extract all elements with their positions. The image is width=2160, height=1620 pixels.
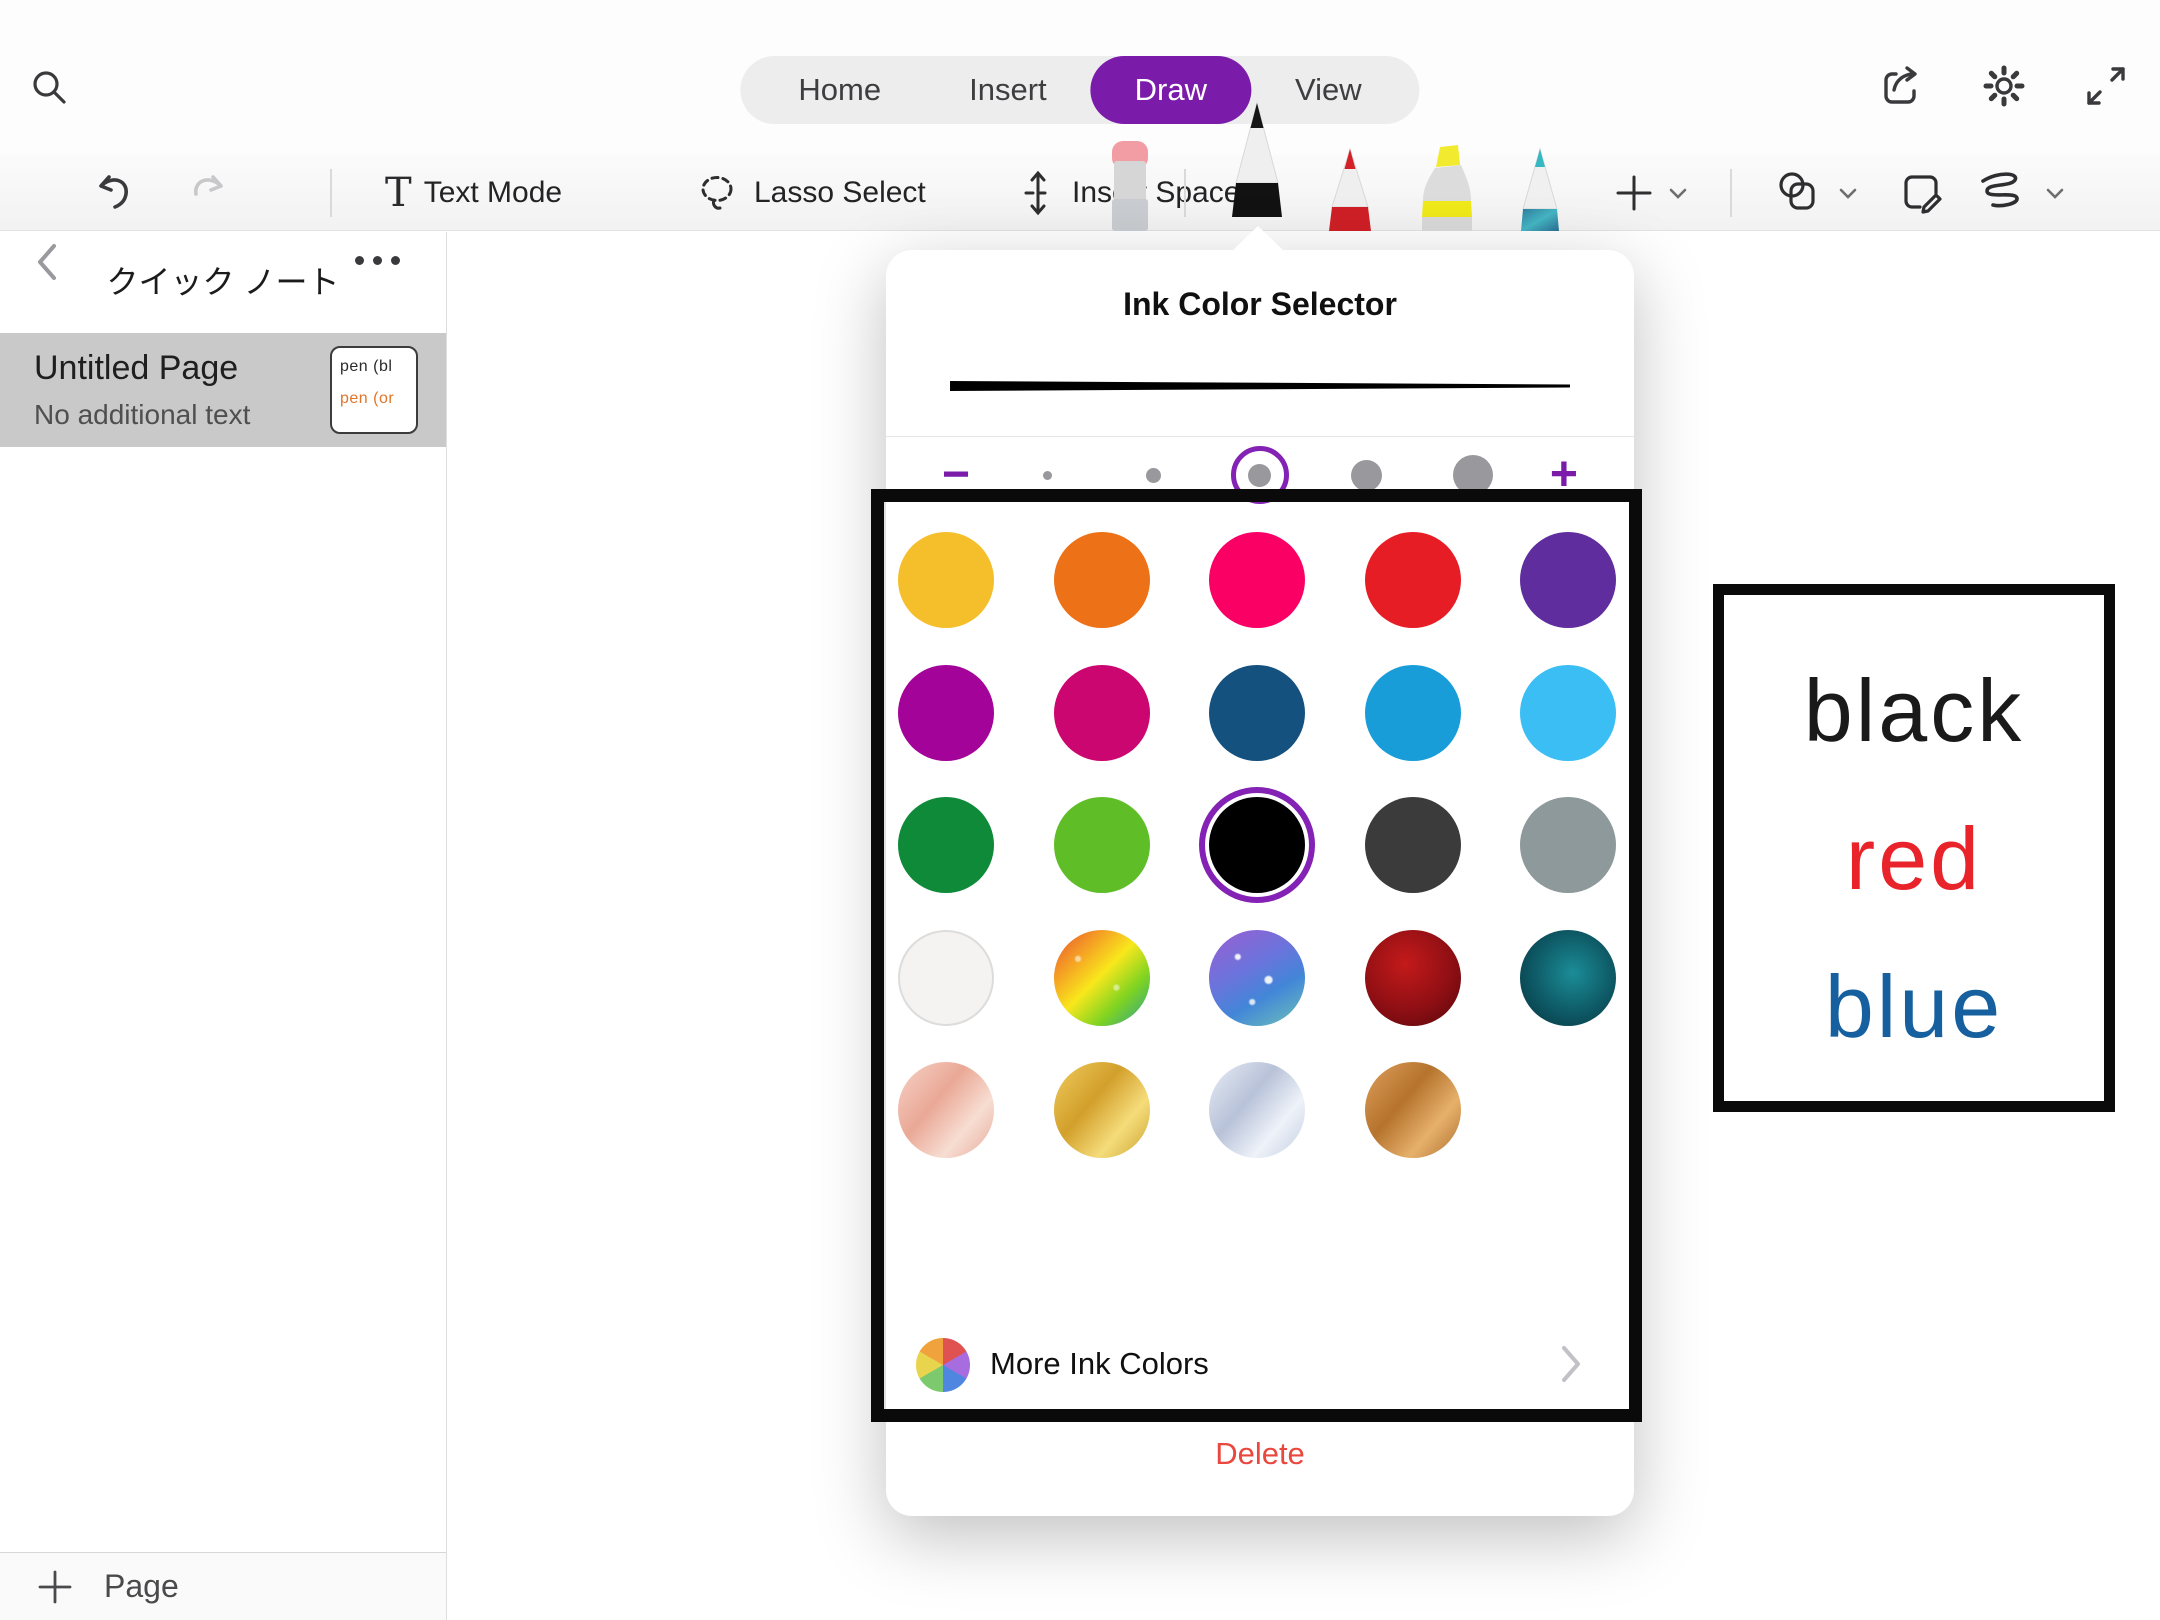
title-bar: Home Insert Draw View xyxy=(0,0,2160,155)
ink-color-gray[interactable] xyxy=(1520,797,1616,893)
page-edit-button[interactable] xyxy=(1896,155,1948,231)
ink-color-red[interactable] xyxy=(1365,532,1461,628)
ink-color-light-green[interactable] xyxy=(1054,797,1150,893)
page-thumbnail: pen (bl pen (or xyxy=(330,346,418,434)
text-mode-icon: T xyxy=(385,173,412,213)
add-pen-button[interactable] xyxy=(1612,155,1688,231)
squiggle-icon xyxy=(1975,167,2033,219)
redo-icon xyxy=(182,155,230,231)
ink-color-gold[interactable] xyxy=(1054,1062,1150,1158)
ellipsis-icon[interactable] xyxy=(355,256,400,265)
divider xyxy=(886,1415,1634,1416)
add-page-button[interactable]: Page xyxy=(0,1552,446,1620)
toolbar-divider xyxy=(1184,169,1186,217)
text-mode-button[interactable]: T Text Mode xyxy=(385,155,562,231)
ribbon-tabs: Home Insert Draw View xyxy=(740,56,1419,124)
gear-icon[interactable] xyxy=(1978,60,2030,112)
lasso-icon xyxy=(692,168,742,218)
shapes-button[interactable] xyxy=(1772,155,1858,231)
ink-color-grid xyxy=(886,250,1634,1516)
chevron-down-icon xyxy=(1668,187,1688,200)
ink-color-rose-gold[interactable] xyxy=(898,1062,994,1158)
red-pen[interactable] xyxy=(1320,145,1380,231)
ink-color-rainbow-glitter[interactable] xyxy=(1054,930,1150,1026)
add-page-label: Page xyxy=(104,1568,179,1605)
ink-color-pink[interactable] xyxy=(1209,532,1305,628)
handwritten-word-blue: blue xyxy=(1724,933,2104,1081)
galaxy-pencil[interactable] xyxy=(1510,145,1570,231)
black-pen-selected[interactable] xyxy=(1225,101,1289,217)
ink-to-shape-button[interactable] xyxy=(1975,155,2065,231)
ink-color-green[interactable] xyxy=(898,797,994,893)
chevron-right-icon xyxy=(1560,1344,1582,1384)
toolbar-divider xyxy=(330,169,332,217)
eraser-tool[interactable] xyxy=(1100,137,1160,231)
yellow-highlighter[interactable] xyxy=(1414,143,1480,231)
chevron-down-icon xyxy=(2045,187,2065,200)
plus-icon xyxy=(36,1568,74,1606)
ink-color-blue[interactable] xyxy=(1365,665,1461,761)
color-wheel-icon xyxy=(916,1338,970,1392)
ink-color-galaxy[interactable] xyxy=(1209,930,1305,1026)
search-icon[interactable] xyxy=(26,64,74,112)
ink-color-silver[interactable] xyxy=(1209,1062,1305,1158)
draw-toolbar: T Text Mode Lasso Select Inser xyxy=(0,155,2160,231)
ink-color-dark-pink[interactable] xyxy=(1054,665,1150,761)
tab-home[interactable]: Home xyxy=(754,56,925,124)
page-title: Untitled Page xyxy=(34,349,238,388)
ink-color-black[interactable] xyxy=(1209,797,1305,893)
ink-color-orange[interactable] xyxy=(1054,532,1150,628)
share-icon[interactable] xyxy=(1876,60,1928,112)
ink-color-purple[interactable] xyxy=(1520,532,1616,628)
ink-color-bronze[interactable] xyxy=(1365,1062,1461,1158)
delete-pen-button[interactable]: Delete xyxy=(886,1436,1634,1472)
insert-space-icon xyxy=(1016,168,1060,218)
more-ink-colors-label: More Ink Colors xyxy=(990,1346,1209,1382)
popup-caret xyxy=(1231,226,1285,252)
ink-color-light-blue[interactable] xyxy=(1520,665,1616,761)
thumbnail-line-2: pen (or xyxy=(340,390,410,408)
ink-color-yellow[interactable] xyxy=(898,532,994,628)
handwritten-word-black: black xyxy=(1724,637,2104,785)
ink-color-magenta[interactable] xyxy=(898,665,994,761)
page-edit-icon xyxy=(1896,167,1948,219)
ink-color-dark-gray[interactable] xyxy=(1365,797,1461,893)
more-ink-colors-button[interactable]: More Ink Colors xyxy=(886,1330,1634,1402)
ink-color-teal-ocean[interactable] xyxy=(1520,930,1616,1026)
page-list-item-selected[interactable]: Untitled Page No additional text pen (bl… xyxy=(0,333,446,447)
annotation-rectangle-handwriting: blackredblue xyxy=(1713,584,2115,1112)
page-subtitle: No additional text xyxy=(34,399,250,431)
undo-icon[interactable] xyxy=(92,155,140,231)
text-mode-label: Text Mode xyxy=(424,176,562,210)
ink-color-dark-blue[interactable] xyxy=(1209,665,1305,761)
ink-color-selector-popup: Ink Color Selector − + More Ink Colors D… xyxy=(886,250,1634,1516)
thumbnail-line-1: pen (bl xyxy=(340,358,410,376)
ink-color-red-lava[interactable] xyxy=(1365,930,1461,1026)
tab-insert[interactable]: Insert xyxy=(925,56,1091,124)
toolbar-divider xyxy=(1730,169,1732,217)
lasso-select-button[interactable]: Lasso Select xyxy=(692,155,926,231)
chevron-down-icon xyxy=(1838,187,1858,200)
page-sidebar: クイック ノート Untitled Page No additional tex… xyxy=(0,232,447,1620)
expand-icon[interactable] xyxy=(2080,60,2132,112)
lasso-select-label: Lasso Select xyxy=(754,176,926,210)
shapes-icon xyxy=(1772,166,1826,220)
handwritten-word-red: red xyxy=(1724,785,2104,933)
ink-color-white[interactable] xyxy=(898,930,994,1026)
onenote-window: Home Insert Draw View xyxy=(0,0,2160,1620)
